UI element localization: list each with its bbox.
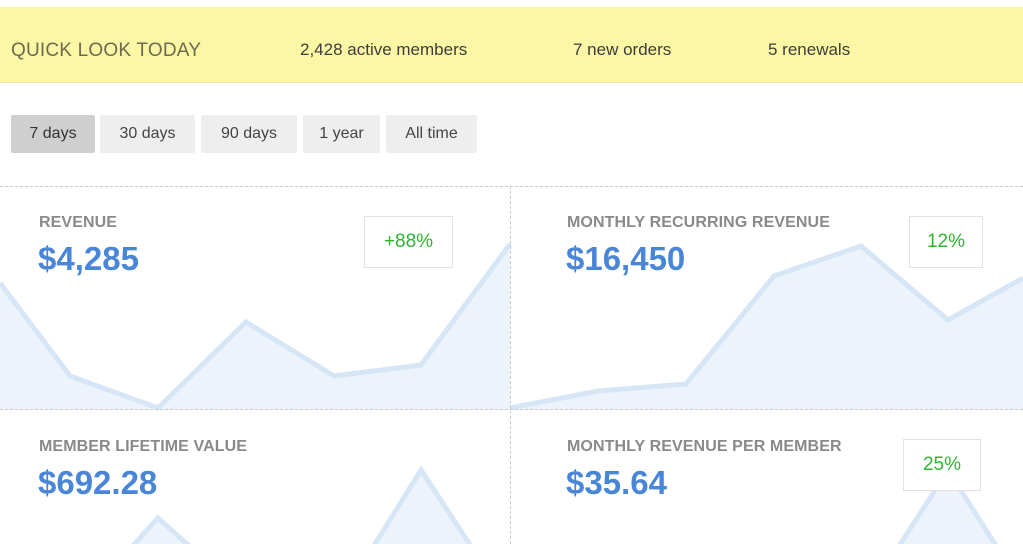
ltv-label: MEMBER LIFETIME VALUE xyxy=(39,438,248,455)
revenue-change-badge: +88% xyxy=(364,216,453,268)
grid-divider-top xyxy=(0,186,1023,187)
mrr-label: MONTHLY RECURRING REVENUE xyxy=(567,214,830,231)
ltv-value: $692.28 xyxy=(38,464,158,501)
rpm-label: MONTHLY REVENUE PER MEMBER xyxy=(567,438,842,455)
revenue-label: REVENUE xyxy=(39,214,118,231)
grid-divider-middle xyxy=(0,409,1023,410)
rpm-value: $35.64 xyxy=(566,464,667,501)
mrr-value: $16,450 xyxy=(566,240,686,277)
metric-sparklines xyxy=(0,242,1023,544)
rpm-change-badge: 25% xyxy=(903,439,981,491)
mrr-change-badge: 12% xyxy=(909,216,983,268)
grid-divider-vertical xyxy=(510,186,511,544)
revenue-value: $4,285 xyxy=(38,240,139,277)
